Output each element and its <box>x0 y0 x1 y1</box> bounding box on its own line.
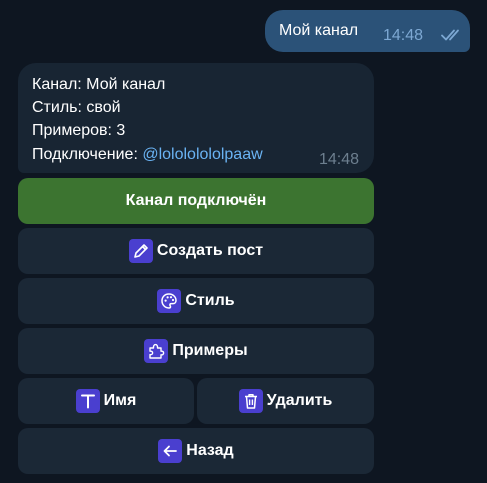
incoming-message-time: 14:48 <box>319 151 360 168</box>
connection-label: Подключение: <box>32 146 143 163</box>
channel-username-link[interactable]: @lolololololpaaw <box>142 146 262 163</box>
examples-label: Примеры <box>172 342 248 359</box>
back-button[interactable]: Назад <box>18 428 374 474</box>
style-button[interactable]: Стиль <box>18 278 374 324</box>
name-button[interactable]: Имя <box>18 378 194 424</box>
delete-label: Удалить <box>266 392 333 409</box>
pencil-icon <box>128 239 153 263</box>
double-check-icon <box>441 28 463 42</box>
name-label: Имя <box>103 392 137 409</box>
examples-count-line: Примеров: 3 <box>32 122 126 139</box>
back-label: Назад <box>186 442 234 459</box>
style-line: Стиль: свой <box>32 99 121 116</box>
examples-button[interactable]: Примеры <box>18 328 374 374</box>
connection-line: Подключение: @lolololololpaaw <box>32 146 263 164</box>
trash-icon <box>238 389 263 413</box>
outgoing-message-bubble[interactable]: Мой канал 14:48 <box>265 10 470 52</box>
channel-connected-button[interactable]: Канал подключён <box>18 178 374 224</box>
puzzle-icon <box>144 339 169 363</box>
create-post-label: Создать пост <box>156 242 264 259</box>
outgoing-message-text: Мой канал <box>279 22 359 39</box>
channel-line: Канал: Мой канал <box>32 76 166 93</box>
delete-button[interactable]: Удалить <box>197 378 374 424</box>
incoming-message-bubble[interactable]: Канал: Мой канал Стиль: свой Примеров: 3… <box>18 63 374 173</box>
palette-icon <box>157 289 182 313</box>
create-post-button[interactable]: Создать пост <box>18 228 374 274</box>
text-t-icon <box>75 389 100 413</box>
style-label: Стиль <box>185 292 235 309</box>
outgoing-message-time: 14:48 <box>383 27 424 44</box>
channel-connected-label: Канал подключён <box>125 192 267 209</box>
arrow-left-icon <box>158 439 183 463</box>
